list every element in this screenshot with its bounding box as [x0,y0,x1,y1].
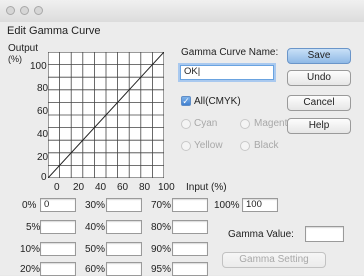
y-tick-label: 0 [41,172,47,183]
close-window-icon[interactable] [6,6,15,15]
title-bar [0,0,364,22]
point-label: 90% [151,244,172,255]
undo-button[interactable]: Undo [287,70,351,86]
all-cmyk-checkbox[interactable]: ✓ [181,96,191,106]
point-label: 20% [20,264,41,275]
yellow-radio[interactable] [181,141,191,151]
point-input[interactable] [40,262,76,276]
black-label: Black [254,140,279,151]
all-cmyk-label: All(CMYK) [194,96,241,107]
point-label: 30% [85,200,106,211]
x-tick-label: 0 [54,182,60,193]
point-input[interactable] [106,198,142,212]
yellow-label: Yellow [194,140,223,151]
curve-name-label: Gamma Curve Name: [181,47,279,58]
zoom-window-icon[interactable] [34,6,43,15]
point-label: 60% [85,264,106,275]
point-input[interactable] [172,220,208,234]
point-input[interactable] [172,198,208,212]
y-axis-label: Output [8,43,39,54]
point-input[interactable]: 100 [242,198,278,212]
curve-name-input[interactable]: OK| [180,65,274,80]
y-tick-label: 100 [30,61,47,72]
point-label: 70% [151,200,172,211]
point-label: 95% [151,264,172,275]
save-button[interactable]: Save [287,48,351,64]
minimize-window-icon[interactable] [20,6,29,15]
point-label: 10% [20,244,41,255]
cancel-button[interactable]: Cancel [287,95,351,111]
y-tick-label: 80 [37,83,49,94]
point-label: 5% [26,222,41,233]
point-label: 100% [214,200,240,211]
black-radio[interactable] [240,141,250,151]
x-tick-label: 100 [158,182,175,193]
y-tick-label: 40 [37,129,49,140]
cyan-label: Cyan [194,118,218,129]
magenta-radio[interactable] [240,119,250,129]
point-input[interactable] [106,262,142,276]
y-tick-label: 60 [37,106,49,117]
point-input[interactable] [40,220,76,234]
point-input[interactable] [40,242,76,256]
x-tick-label: 40 [95,182,107,193]
point-input[interactable] [106,220,142,234]
help-button[interactable]: Help [287,118,351,134]
edit-gamma-curve-window: Edit Gamma Curve Output (%) 100 80 60 40… [0,0,364,276]
point-input[interactable] [106,242,142,256]
cyan-radio[interactable] [181,119,191,129]
point-input[interactable] [172,242,208,256]
gamma-value-label: Gamma Value: [228,229,294,240]
x-tick-label: 80 [139,182,151,193]
y-tick-label: 20 [37,152,49,163]
gamma-curve-graph[interactable] [48,52,164,178]
point-label: 40% [85,222,106,233]
x-tick-label: 20 [73,182,85,193]
point-label: 80% [151,222,172,233]
point-label: 0% [22,200,37,211]
x-tick-label: 60 [117,182,129,193]
gamma-value-input[interactable] [305,226,344,242]
y-axis-unit: (%) [8,54,22,64]
point-input[interactable]: 0 [40,198,76,212]
point-label: 50% [85,244,106,255]
dialog-title: Edit Gamma Curve [7,25,101,37]
point-input[interactable] [172,262,208,276]
gamma-setting-button[interactable]: Gamma Setting [222,252,326,268]
x-axis-label: Input (%) [186,182,227,193]
